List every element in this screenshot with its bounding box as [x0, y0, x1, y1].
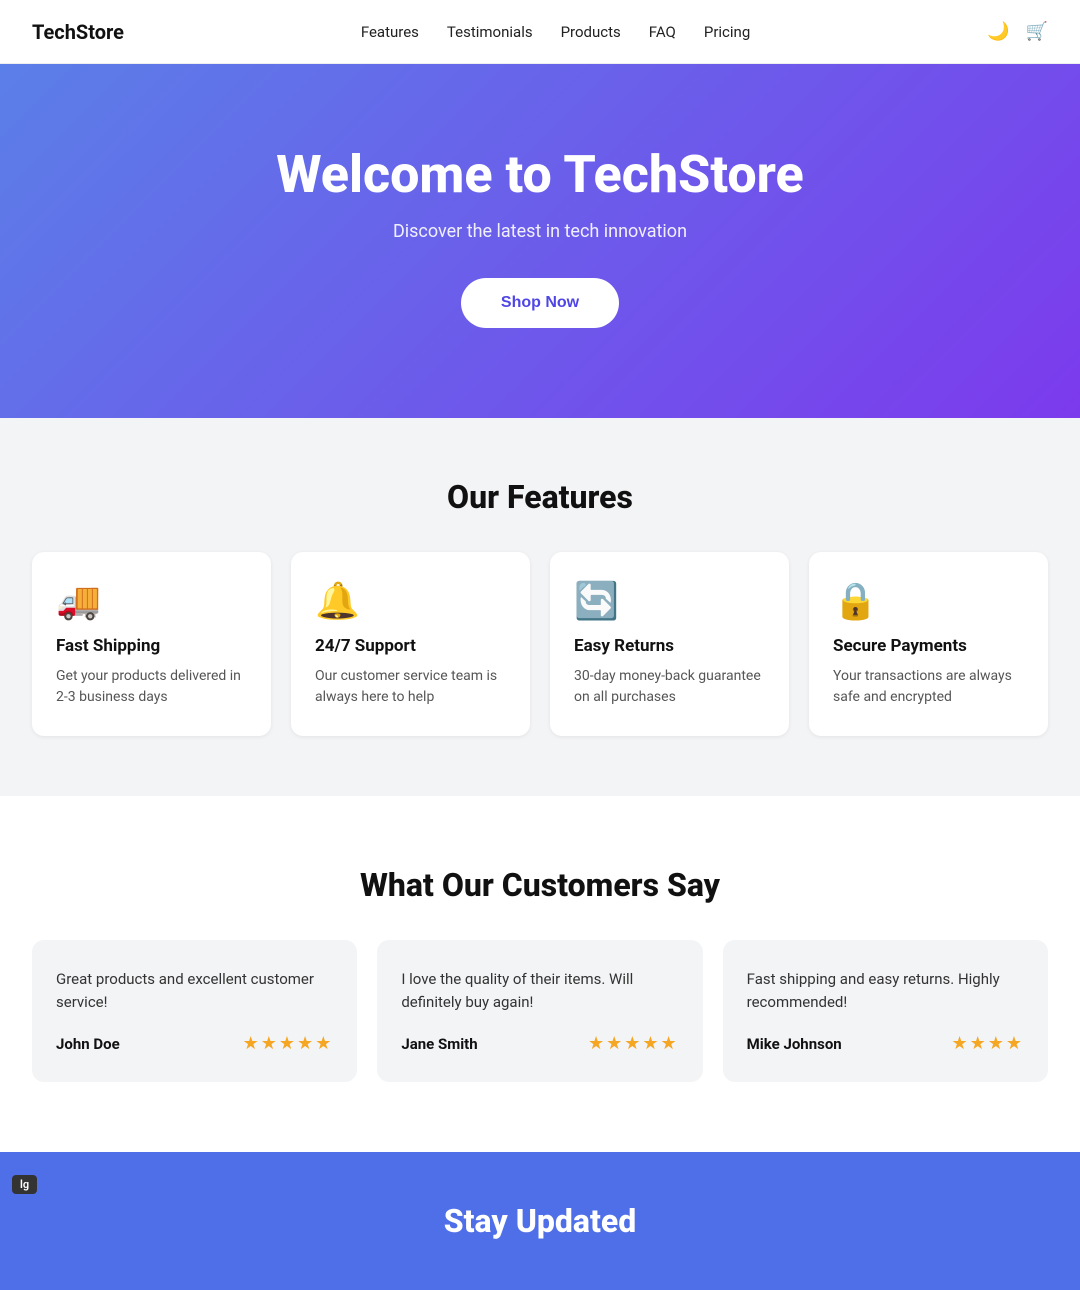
- support-icon: 🔔: [315, 580, 506, 622]
- feature-card-shipping: 🚚 Fast Shipping Get your products delive…: [32, 552, 271, 736]
- features-section: Our Features 🚚 Fast Shipping Get your pr…: [0, 418, 1080, 796]
- footer-banner-title: Stay Updated: [32, 1202, 1048, 1240]
- nav-link-testimonials[interactable]: Testimonials: [447, 23, 533, 41]
- testimonial-card-0: Great products and excellent customer se…: [32, 940, 357, 1082]
- nav-icon-group: 🌙 🛒: [987, 21, 1048, 42]
- returns-title: Easy Returns: [574, 636, 765, 656]
- testimonials-grid: Great products and excellent customer se…: [32, 940, 1048, 1082]
- testimonials-section: What Our Customers Say Great products an…: [0, 796, 1080, 1152]
- nav-links: Features Testimonials Products FAQ Prici…: [361, 23, 750, 41]
- dark-mode-toggle[interactable]: 🌙: [987, 21, 1009, 42]
- payments-icon: 🔒: [833, 580, 1024, 622]
- cart-button[interactable]: 🛒: [1026, 21, 1048, 42]
- testimonial-author-0: John Doe: [56, 1035, 120, 1053]
- hero-section: Welcome to TechStore Discover the latest…: [0, 64, 1080, 418]
- returns-icon: 🔄: [574, 580, 765, 622]
- testimonial-card-2: Fast shipping and easy returns. Highly r…: [723, 940, 1048, 1082]
- feature-card-payments: 🔒 Secure Payments Your transactions are …: [809, 552, 1048, 736]
- navbar: TechStore Features Testimonials Products…: [0, 0, 1080, 64]
- footer-banner: Stay Updated: [0, 1152, 1080, 1290]
- payments-desc: Your transactions are always safe and en…: [833, 666, 1024, 708]
- testimonial-stars-1: ★★★★★: [588, 1033, 679, 1054]
- testimonial-author-2: Mike Johnson: [747, 1035, 842, 1053]
- features-title: Our Features: [32, 478, 1048, 516]
- testimonial-stars-0: ★★★★★: [243, 1033, 334, 1054]
- support-desc: Our customer service team is always here…: [315, 666, 506, 708]
- testimonial-card-1: I love the quality of their items. Will …: [377, 940, 702, 1082]
- nav-link-faq[interactable]: FAQ: [649, 23, 676, 41]
- nav-link-pricing[interactable]: Pricing: [704, 23, 750, 41]
- returns-desc: 30-day money-back guarantee on all purch…: [574, 666, 765, 708]
- hero-subtitle: Discover the latest in tech innovation: [32, 221, 1048, 242]
- breakpoint-badge: lg: [12, 1175, 37, 1194]
- site-logo[interactable]: TechStore: [32, 20, 124, 44]
- testimonial-footer-2: Mike Johnson ★★★★: [747, 1033, 1024, 1054]
- testimonial-author-1: Jane Smith: [401, 1035, 477, 1053]
- features-grid: 🚚 Fast Shipping Get your products delive…: [32, 552, 1048, 736]
- nav-link-features[interactable]: Features: [361, 23, 419, 41]
- shipping-title: Fast Shipping: [56, 636, 247, 656]
- shipping-desc: Get your products delivered in 2-3 busin…: [56, 666, 247, 708]
- payments-title: Secure Payments: [833, 636, 1024, 656]
- testimonial-text-2: Fast shipping and easy returns. Highly r…: [747, 968, 1024, 1013]
- support-title: 24/7 Support: [315, 636, 506, 656]
- shop-now-button[interactable]: Shop Now: [461, 278, 619, 328]
- testimonial-text-1: I love the quality of their items. Will …: [401, 968, 678, 1013]
- nav-link-products[interactable]: Products: [561, 23, 621, 41]
- feature-card-support: 🔔 24/7 Support Our customer service team…: [291, 552, 530, 736]
- testimonials-title: What Our Customers Say: [32, 866, 1048, 904]
- feature-card-returns: 🔄 Easy Returns 30-day money-back guarant…: [550, 552, 789, 736]
- testimonial-footer-0: John Doe ★★★★★: [56, 1033, 333, 1054]
- testimonial-text-0: Great products and excellent customer se…: [56, 968, 333, 1013]
- testimonial-footer-1: Jane Smith ★★★★★: [401, 1033, 678, 1054]
- testimonial-stars-2: ★★★★: [951, 1033, 1024, 1054]
- shipping-icon: 🚚: [56, 580, 247, 622]
- hero-title: Welcome to TechStore: [32, 144, 1048, 205]
